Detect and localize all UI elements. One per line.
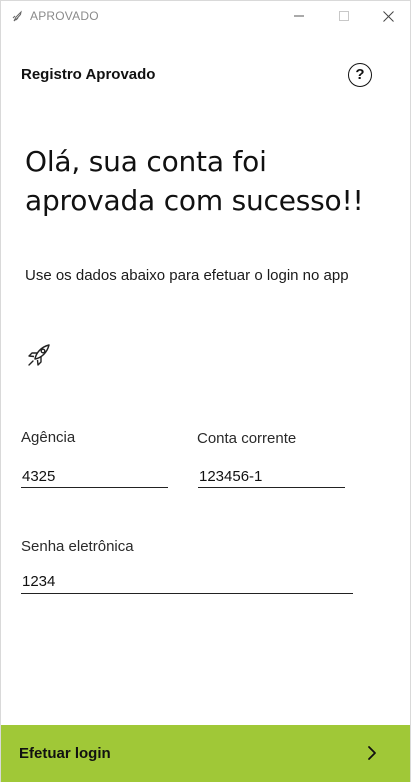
instructions-text: Use os dados abaixo para efetuar o login… xyxy=(25,267,349,284)
page-title: Registro Aprovado xyxy=(21,66,156,83)
window-title: APROVADO xyxy=(30,9,99,23)
title-bar[interactable]: APROVADO xyxy=(1,1,410,32)
senha-eletronica-field[interactable]: 1234 xyxy=(22,573,55,590)
senha-eletronica-label: Senha eletrônica xyxy=(21,538,134,555)
conta-corrente-label: Conta corrente xyxy=(197,430,297,447)
maximize-icon xyxy=(339,11,349,21)
close-icon xyxy=(383,11,394,22)
chevron-right-icon xyxy=(368,746,376,760)
app-window: APROVADO Registro Aprovado ? Olá, sua co… xyxy=(0,0,411,782)
rocket-icon xyxy=(28,344,50,366)
conta-corrente-field[interactable]: 123456-1 xyxy=(199,468,262,485)
close-button[interactable] xyxy=(365,1,411,32)
conta-corrente-underline xyxy=(198,487,345,488)
agencia-field[interactable]: 4325 xyxy=(22,468,55,485)
app-icon xyxy=(12,10,22,22)
login-button-label: Efetuar login xyxy=(19,745,111,762)
greeting-heading: Olá, sua conta foi aprovada com sucesso!… xyxy=(25,145,364,217)
minimize-button[interactable] xyxy=(276,1,322,32)
help-button[interactable]: ? xyxy=(348,63,372,87)
agencia-underline xyxy=(21,487,168,488)
maximize-button[interactable] xyxy=(321,1,367,32)
agencia-label: Agência xyxy=(21,429,76,446)
minimize-icon xyxy=(294,15,304,17)
login-button[interactable]: Efetuar login xyxy=(1,725,410,782)
senha-eletronica-underline xyxy=(21,593,353,594)
